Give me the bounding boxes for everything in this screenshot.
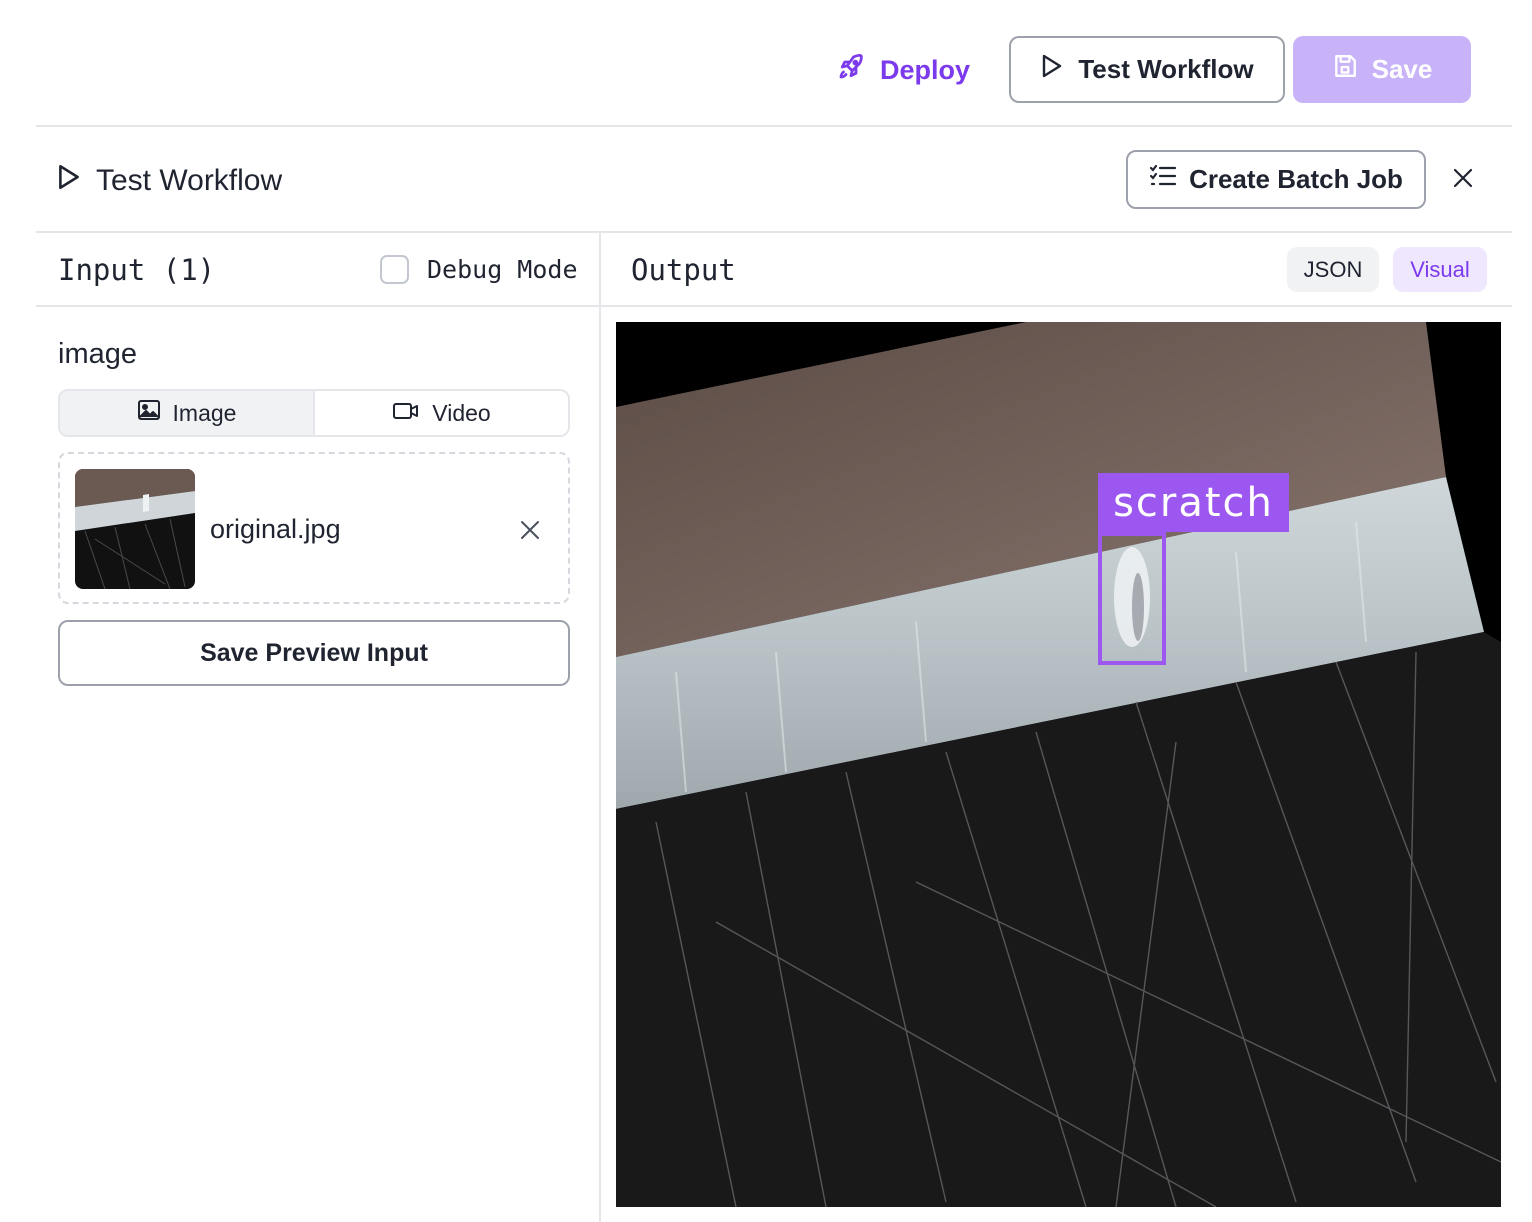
file-thumbnail (75, 469, 195, 589)
output-header: Output JSON Visual (601, 233, 1512, 307)
input-title: Input (1) (58, 253, 216, 287)
detection-label: scratch (1098, 473, 1289, 532)
debug-mode-toggle[interactable]: Debug Mode (380, 255, 578, 284)
deploy-button[interactable]: Deploy (836, 50, 970, 90)
list-check-icon (1149, 164, 1177, 195)
output-title: Output (631, 253, 736, 287)
close-icon (520, 521, 540, 544)
image-icon (137, 399, 161, 427)
tab-image-label: Image (172, 399, 237, 426)
input-header: Input (1) Debug Mode (36, 233, 599, 307)
detection-bounding-box (1098, 532, 1166, 665)
test-workflow-label: Test Workflow (1078, 54, 1254, 84)
debug-mode-checkbox[interactable] (380, 255, 409, 284)
debug-mode-label: Debug Mode (427, 255, 578, 284)
tab-image[interactable]: Image (60, 391, 315, 435)
create-batch-job-label: Create Batch Job (1189, 164, 1403, 194)
rocket-icon (836, 52, 866, 89)
panel-title: Test Workflow (56, 163, 282, 199)
media-type-selector: Image Video (58, 389, 570, 437)
close-panel-button[interactable] (1450, 167, 1476, 193)
close-icon (1453, 168, 1473, 193)
floppy-disk-icon (1332, 53, 1358, 86)
tab-video[interactable]: Video (315, 391, 568, 435)
create-batch-job-button[interactable]: Create Batch Job (1126, 150, 1426, 209)
json-view-tab[interactable]: JSON (1287, 247, 1379, 292)
save-preview-input-button[interactable]: Save Preview Input (58, 620, 570, 686)
play-icon (56, 163, 82, 199)
visual-view-tab[interactable]: Visual (1393, 247, 1487, 292)
save-button[interactable]: Save (1293, 36, 1471, 103)
image-field-label: image (58, 338, 137, 370)
column-divider (599, 233, 601, 1222)
panel-title-text: Test Workflow (96, 164, 283, 197)
uploaded-file-card: original.jpg (58, 452, 570, 604)
save-label: Save (1371, 54, 1433, 84)
app-root: Deploy Test Workflow Save Test Workflow (0, 0, 1532, 1222)
output-visual-image: scratch (616, 322, 1501, 1207)
tab-video-label: Video (432, 399, 491, 426)
play-icon (1040, 53, 1064, 86)
remove-file-button[interactable] (520, 520, 542, 542)
test-workflow-button[interactable]: Test Workflow (1009, 36, 1285, 103)
video-icon (392, 400, 420, 427)
deploy-label: Deploy (880, 54, 971, 85)
file-name: original.jpg (210, 514, 341, 544)
inspection-photo (616, 322, 1501, 1207)
test-panel-header: Test Workflow Create Batch Job (36, 127, 1512, 233)
top-toolbar (36, 0, 1512, 127)
